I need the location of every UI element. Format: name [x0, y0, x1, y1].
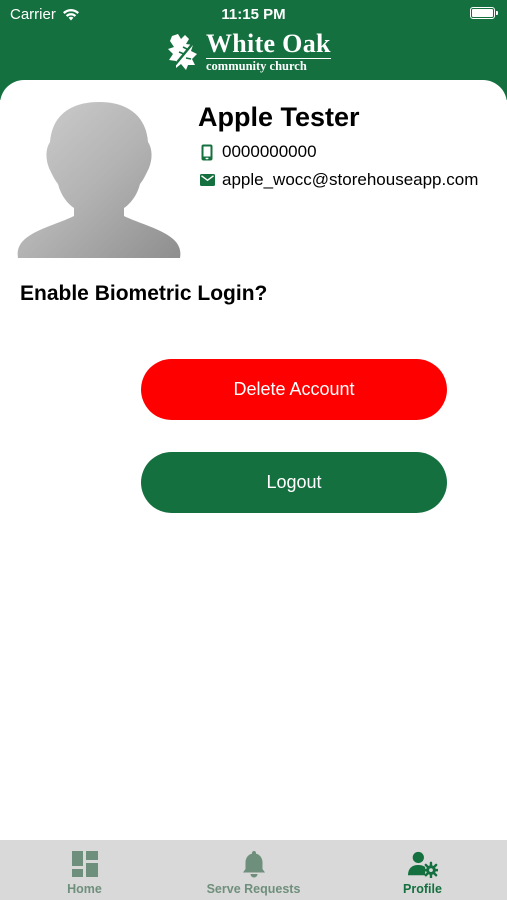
email-row: apple_wocc@storehouseapp.com	[198, 170, 478, 190]
logo-subtitle: community church	[206, 58, 331, 73]
email-address: apple_wocc@storehouseapp.com	[222, 170, 479, 189]
church-logo: White Oak community church	[166, 30, 336, 74]
biometric-login-toggle-label[interactable]: Enable Biometric Login?	[20, 282, 267, 306]
tab-profile[interactable]: Profile	[338, 840, 507, 900]
status-time: 11:15 PM	[221, 6, 286, 23]
tab-home-label: Home	[67, 882, 102, 896]
profile-content: Apple Tester 0000000000 apple_wocc@store…	[0, 80, 507, 840]
mail-icon	[198, 171, 216, 189]
phone-row: 0000000000	[198, 142, 317, 162]
battery-icon	[470, 7, 498, 19]
profile-name: Apple Tester	[198, 102, 360, 132]
oak-leaf-logo-icon	[168, 34, 197, 70]
user-settings-icon	[407, 849, 438, 879]
tab-bar: Home Serve Requests Profile	[0, 840, 507, 900]
tab-home[interactable]: Home	[0, 840, 169, 900]
tab-serve-requests[interactable]: Serve Requests	[169, 840, 338, 900]
logo-title: White Oak	[206, 29, 331, 59]
avatar	[17, 102, 181, 258]
phone-icon	[198, 143, 216, 161]
tab-serve-requests-label: Serve Requests	[206, 882, 301, 896]
bell-icon	[239, 849, 269, 879]
status-bar: Carrier 11:15 PM	[0, 0, 507, 28]
phone-number: 0000000000	[222, 142, 317, 161]
tab-profile-label: Profile	[403, 882, 442, 896]
logout-button[interactable]: Logout	[141, 452, 447, 513]
dashboard-grid-icon	[70, 849, 100, 879]
delete-account-button[interactable]: Delete Account	[141, 359, 447, 420]
